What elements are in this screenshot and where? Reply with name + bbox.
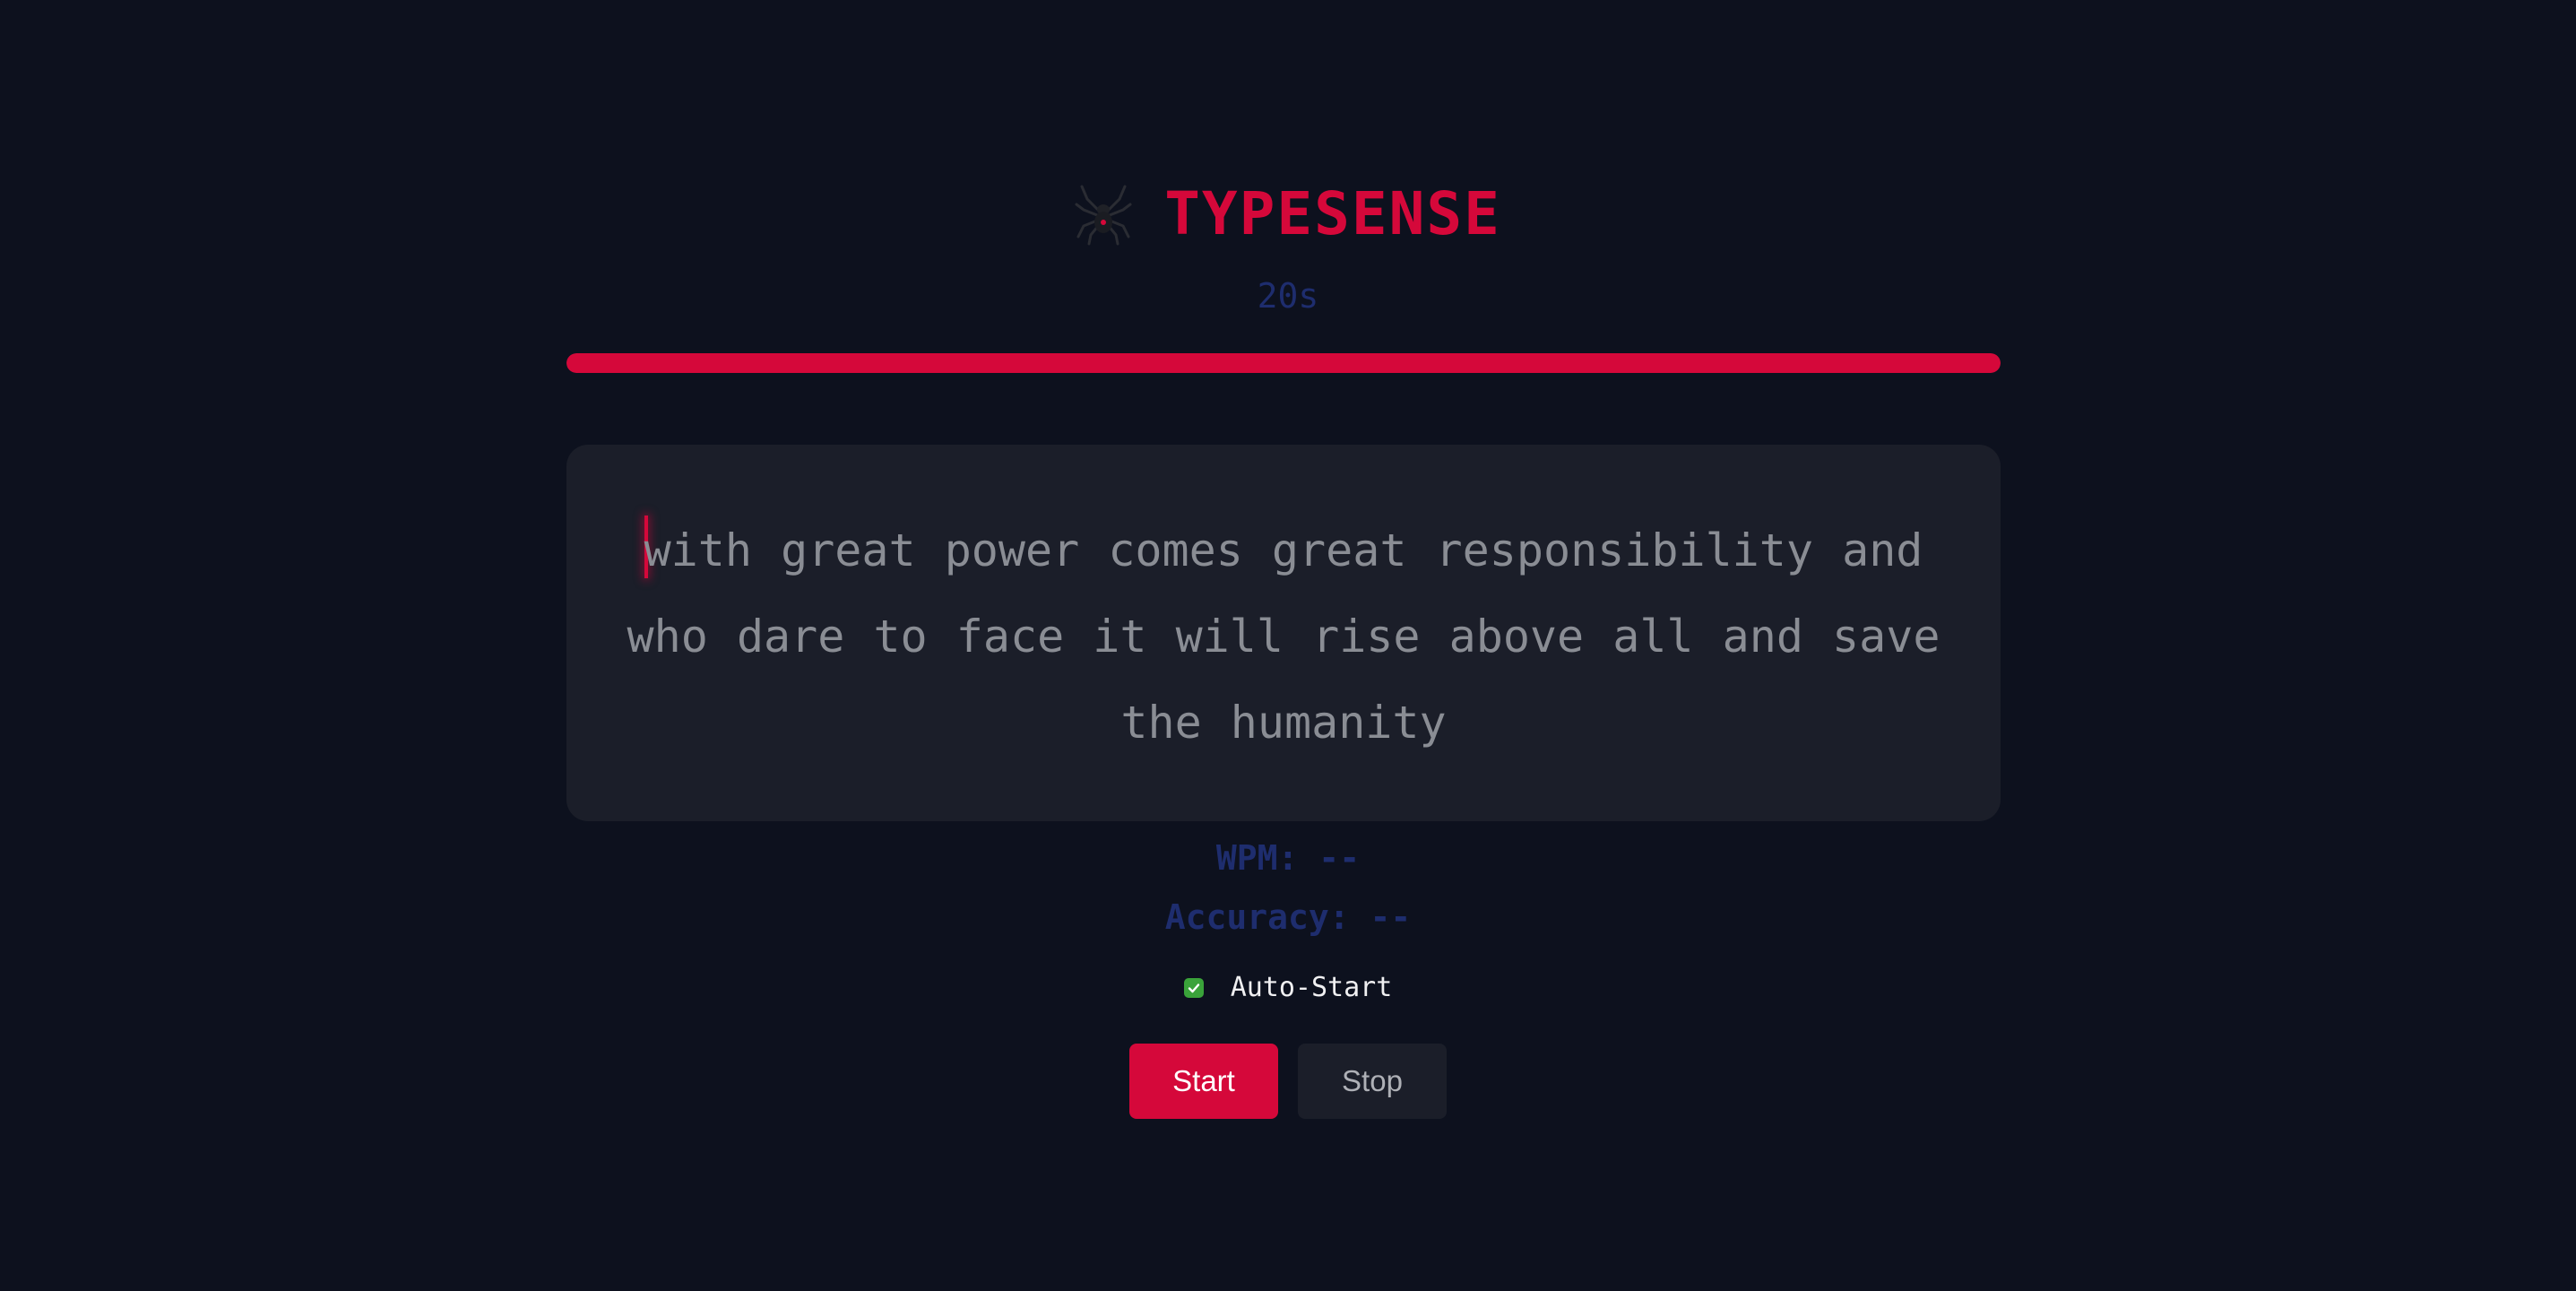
passage-text: with great power comes great responsibil… — [620, 507, 1947, 766]
checkmark-icon — [1188, 983, 1199, 992]
header: TYPESENSE — [0, 179, 2576, 260]
title-row: TYPESENSE — [1075, 179, 1501, 248]
wpm-stat: WPM: -- — [1215, 838, 1361, 878]
typing-app: TYPESENSE 20s with great power comes gre… — [0, 0, 2576, 1291]
passage-words: with great power comes great responsibil… — [627, 524, 1941, 749]
app-title: TYPESENSE — [1164, 179, 1501, 248]
stop-button[interactable]: Stop — [1298, 1044, 1447, 1119]
auto-start-checkbox[interactable] — [1183, 977, 1204, 998]
accuracy-stat: Accuracy: -- — [1164, 897, 1412, 937]
start-button[interactable]: Start — [1129, 1044, 1278, 1119]
control-buttons: Start Stop — [0, 1044, 2576, 1119]
spider-icon — [1075, 183, 1132, 246]
typing-text-box[interactable]: with great power comes great responsibil… — [566, 445, 2001, 821]
auto-start-label: Auto-Start — [1230, 972, 1393, 1003]
timer-progress-bar — [566, 353, 2001, 373]
timer-progress-fill — [566, 353, 2001, 373]
timer-label: 20s — [1257, 276, 1319, 316]
auto-start-toggle: Auto-Start — [0, 972, 2576, 1003]
